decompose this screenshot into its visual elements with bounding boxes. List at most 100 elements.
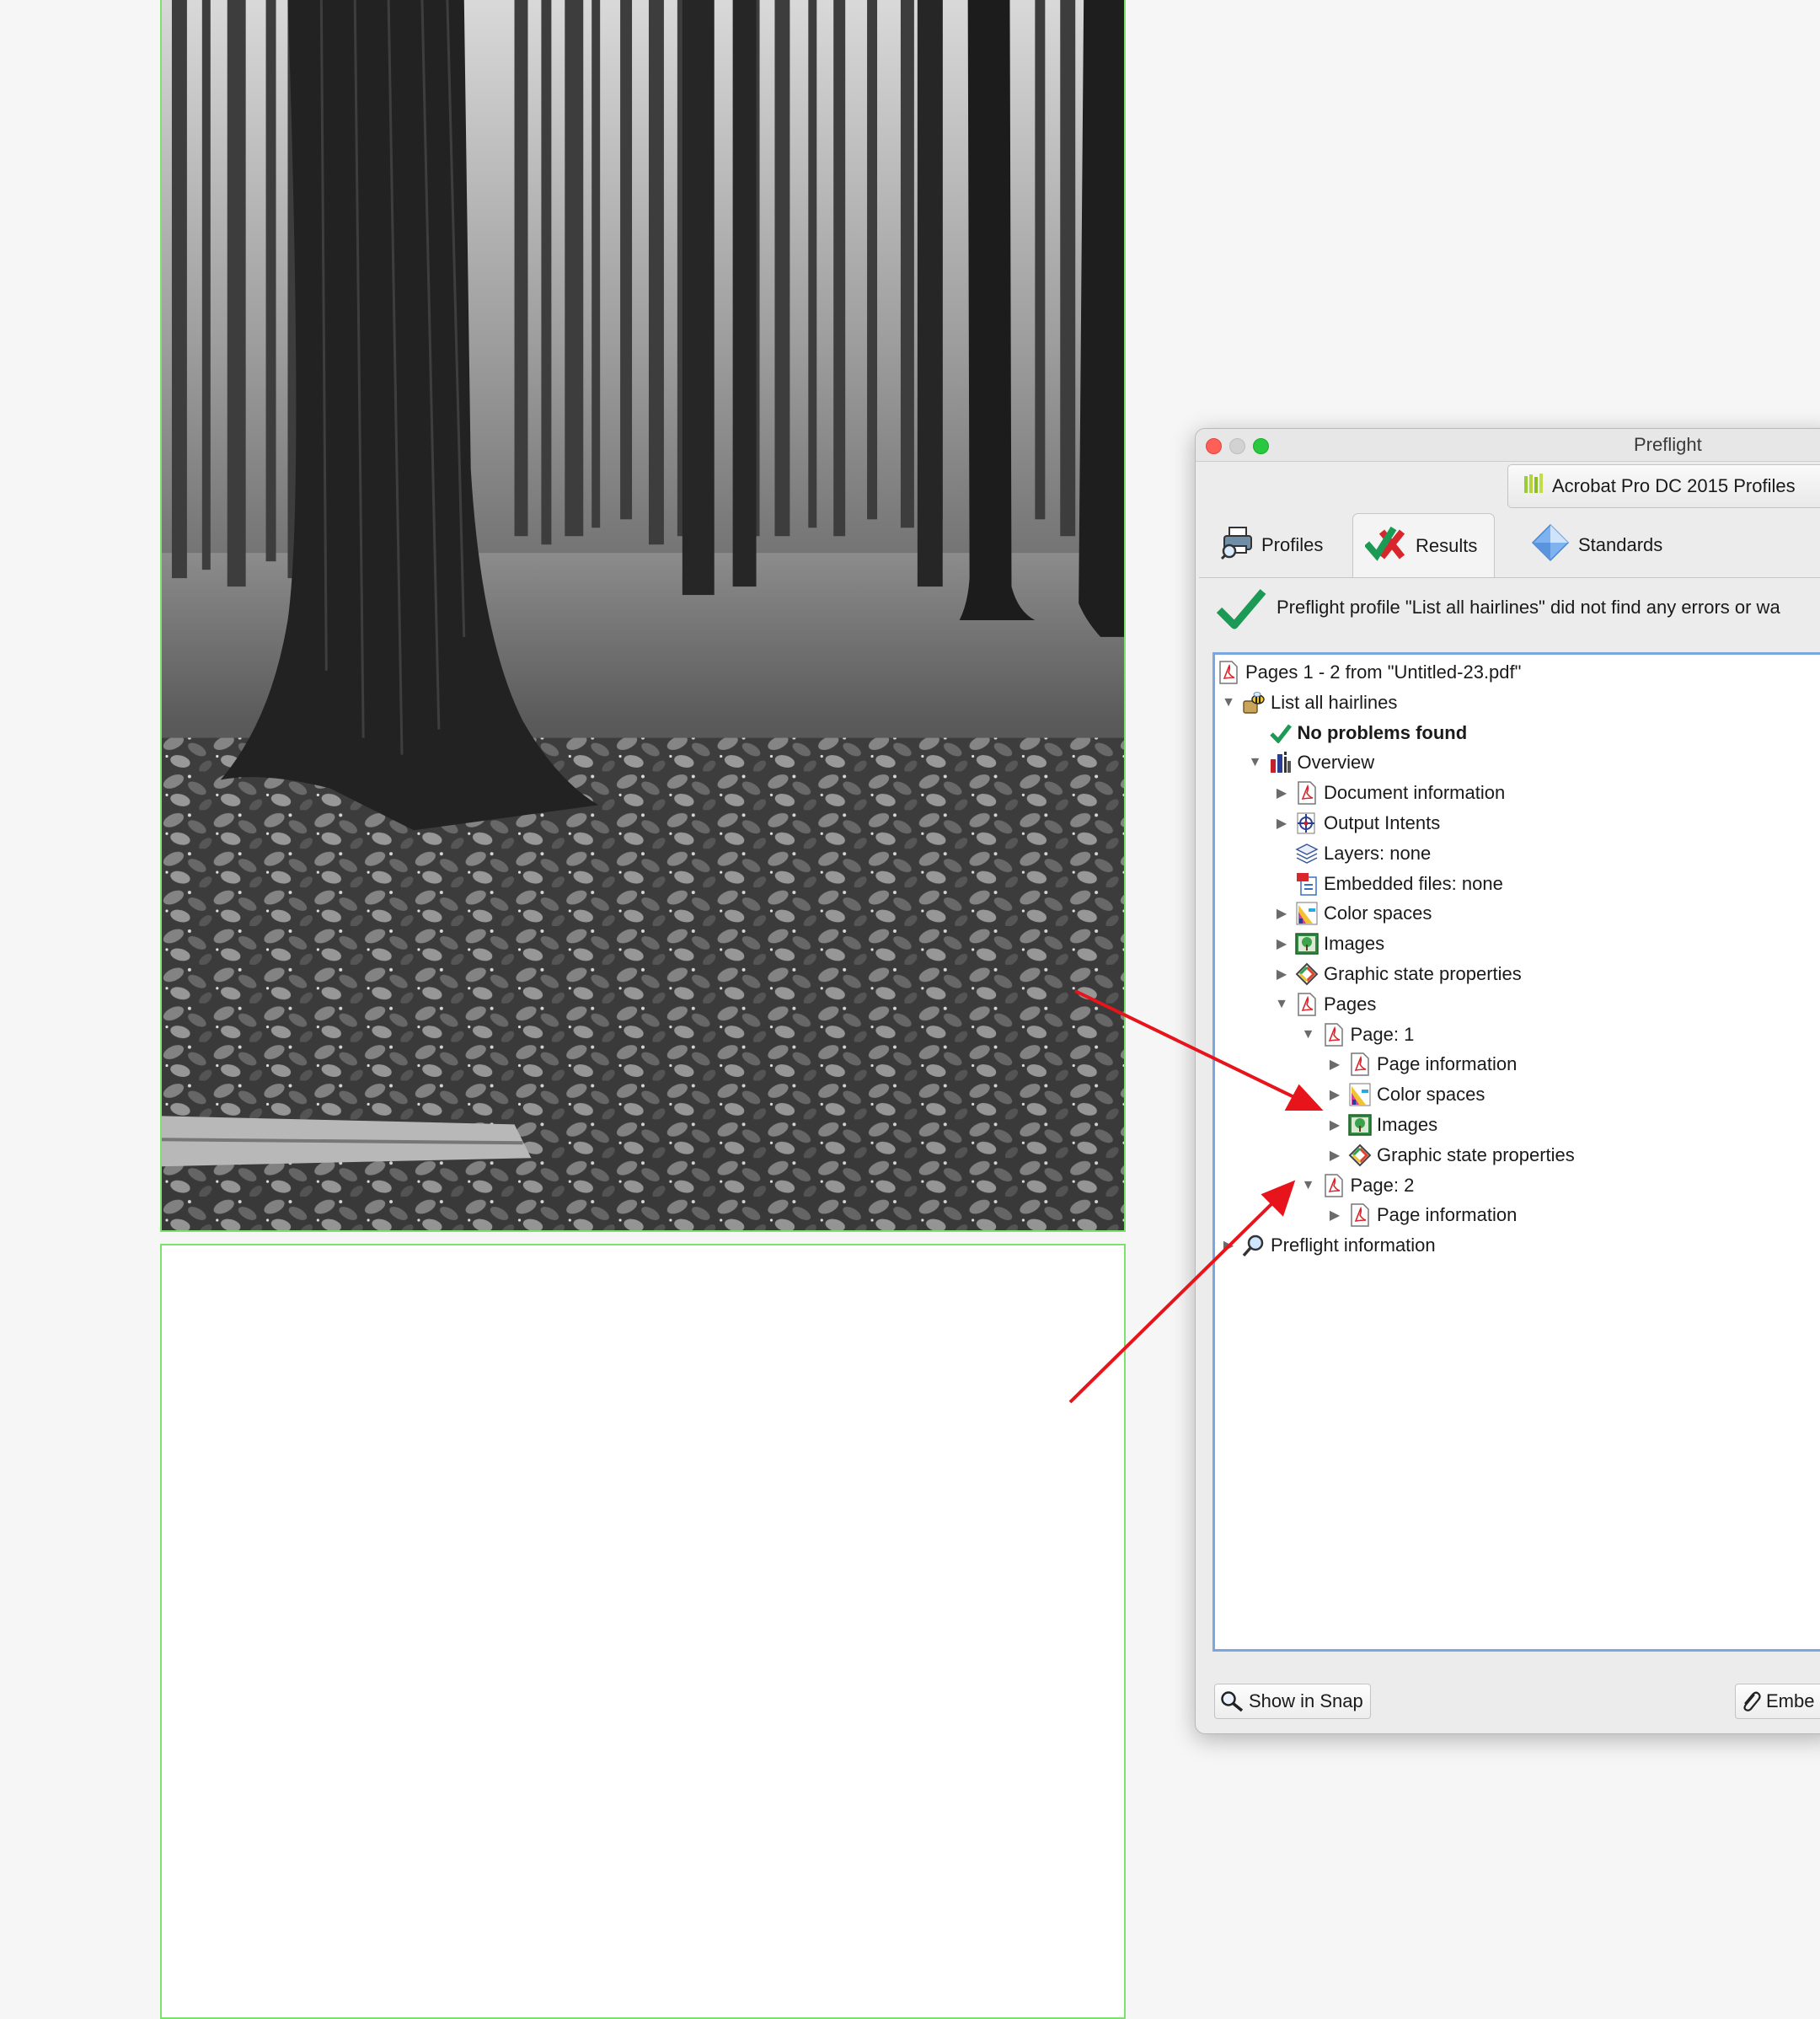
show-in-snap-label: Show in Snap	[1249, 1690, 1363, 1711]
tree-row-label: Pages 1 - 2 from "Untitled-23.pdf"	[1245, 661, 1522, 683]
tree-row-label: Page: 1	[1350, 1023, 1415, 1045]
results-panel: Preflight profile "List all hairlines" d…	[1199, 577, 1820, 1733]
tree-row-layers-none[interactable]: Layers: none	[1273, 839, 1431, 868]
tree-row-color-spaces[interactable]: ▶ Color spaces	[1273, 899, 1432, 928]
color-spaces-icon	[1295, 902, 1319, 925]
tab-profiles[interactable]: Profiles	[1209, 513, 1335, 577]
pdf-icon	[1322, 1173, 1346, 1197]
tree-row-label: Graphic state properties	[1377, 1143, 1575, 1165]
disclosure-expanded-icon[interactable]: ▼	[1220, 695, 1237, 710]
tree-row-label: Output Intents	[1324, 812, 1441, 833]
overview-icon	[1269, 751, 1293, 774]
disclosure-expanded-icon[interactable]: ▼	[1273, 997, 1290, 1012]
tab-profiles-label: Profiles	[1261, 534, 1324, 555]
pdf-icon	[1295, 993, 1319, 1016]
tree-row-images[interactable]: ▶ Images	[1273, 929, 1384, 958]
profile-bee-icon	[1242, 691, 1266, 715]
disclosure-collapsed-icon[interactable]: ▶	[1326, 1086, 1343, 1103]
minimize-window-button[interactable]	[1229, 438, 1245, 454]
tree-row-embedded-files-none[interactable]: Embedded files: none	[1273, 870, 1503, 898]
tree-row-label: Overview	[1297, 752, 1375, 774]
result-banner: Preflight profile "List all hairlines" d…	[1216, 586, 1780, 635]
tree-row-label: Color spaces	[1324, 902, 1432, 924]
graphic-state-icon	[1348, 1143, 1372, 1167]
paperclip-icon	[1741, 1690, 1761, 1713]
disclosure-expanded-icon[interactable]: ▼	[1247, 755, 1264, 770]
checkmark-icon	[1269, 721, 1293, 745]
tree-row-graphic-state-properties[interactable]: ▶ Graphic state properties	[1273, 960, 1522, 988]
tab-results[interactable]: Results	[1352, 513, 1496, 577]
tree-row-graphic-state-properties[interactable]: ▶ Graphic state properties	[1326, 1141, 1575, 1170]
disclosure-collapsed-icon[interactable]: ▶	[1273, 935, 1290, 952]
disclosure-collapsed-icon[interactable]: ▶	[1326, 1117, 1343, 1133]
tree-row-overview[interactable]: ▼ Overview	[1247, 748, 1375, 777]
success-check-icon	[1216, 586, 1266, 635]
tree-row-output-intents[interactable]: ▶ Output Intents	[1273, 809, 1440, 838]
pdf-icon	[1295, 781, 1319, 805]
tree-row-no-problems-found[interactable]: No problems found	[1247, 719, 1468, 747]
tree-row-label: Document information	[1324, 782, 1506, 804]
embed-button[interactable]: Embe	[1735, 1684, 1820, 1719]
tree-row-pages[interactable]: ▼ Pages	[1273, 990, 1376, 1019]
tab-standards[interactable]: Standards	[1519, 513, 1674, 577]
tree-row-images[interactable]: ▶ Images	[1326, 1111, 1437, 1139]
results-tree[interactable]: Pages 1 - 2 from "Untitled-23.pdf" ▼ List …	[1212, 652, 1820, 1652]
zoom-window-button[interactable]	[1253, 438, 1269, 454]
profiles-library-button[interactable]: Acrobat Pro DC 2015 Profiles	[1507, 464, 1820, 508]
pdf-icon	[1322, 1022, 1346, 1047]
tab-standards-label: Standards	[1578, 534, 1663, 555]
diamond-icon	[1531, 523, 1570, 567]
disclosure-collapsed-icon[interactable]: ▶	[1326, 1056, 1343, 1073]
tree-row-label: Graphic state properties	[1324, 963, 1522, 984]
disclosure-collapsed-icon[interactable]: ▶	[1326, 1207, 1343, 1224]
preflight-window: Preflight Acrobat Pro DC 2015 Profiles P…	[1195, 428, 1820, 1734]
title-bar: Preflight	[1196, 429, 1820, 462]
layers-icon	[1295, 842, 1319, 865]
magnifier-icon	[1220, 1690, 1244, 1712]
tree-row-label: No problems found	[1297, 721, 1468, 743]
window-title: Preflight	[1634, 434, 1702, 455]
tree-row-label: Embedded files: none	[1324, 872, 1503, 894]
tree-row-pages-1-2-from-untitled-23-pdf[interactable]: Pages 1 - 2 from "Untitled-23.pdf"	[1217, 658, 1521, 687]
disclosure-expanded-icon[interactable]: ▼	[1300, 1027, 1317, 1042]
check-cross-icon	[1363, 525, 1407, 567]
tree-row-label: Page information	[1377, 1053, 1518, 1075]
tree-row-page-information[interactable]: ▶ Page information	[1326, 1050, 1517, 1079]
disclosure-collapsed-icon[interactable]: ▶	[1326, 1147, 1343, 1164]
disclosure-collapsed-icon[interactable]: ▶	[1273, 966, 1290, 983]
tree-row-label: Page: 2	[1350, 1174, 1415, 1196]
tree-row-list-all-hairlines[interactable]: ▼ List all hairlines	[1220, 688, 1397, 717]
embed-label: Embe	[1766, 1690, 1815, 1711]
disclosure-collapsed-icon[interactable]: ▶	[1220, 1237, 1237, 1254]
tree-row-page-information[interactable]: ▶ Page information	[1326, 1201, 1517, 1229]
profiles-library-label: Acrobat Pro DC 2015 Profiles	[1552, 475, 1796, 496]
tree-row-page-2[interactable]: ▼ Page: 2	[1300, 1171, 1415, 1200]
tree-row-label: Page information	[1377, 1204, 1518, 1226]
tree-row-document-information[interactable]: ▶ Document information	[1273, 779, 1505, 807]
tree-row-label: Images	[1377, 1114, 1438, 1135]
tree-row-label: Preflight information	[1271, 1234, 1436, 1256]
result-message: Preflight profile "List all hairlines" d…	[1277, 597, 1780, 618]
tree-row-label: Images	[1324, 933, 1385, 955]
close-window-button[interactable]	[1206, 438, 1222, 454]
document-page-1	[160, 0, 1126, 1232]
color-spaces-icon	[1348, 1083, 1372, 1106]
tree-row-page-1[interactable]: ▼ Page: 1	[1300, 1020, 1415, 1049]
forest-photo	[162, 0, 1124, 1230]
pdf-icon	[1348, 1203, 1372, 1228]
profile-library-icon	[1523, 473, 1544, 500]
show-in-snap-button[interactable]: Show in Snap	[1214, 1684, 1371, 1719]
printer-magnifier-icon	[1220, 526, 1253, 565]
tree-row-label: Pages	[1324, 993, 1377, 1015]
disclosure-collapsed-icon[interactable]: ▶	[1273, 815, 1290, 832]
tab-results-label: Results	[1416, 534, 1478, 556]
disclosure-expanded-icon[interactable]: ▼	[1300, 1178, 1317, 1193]
document-page-2	[160, 1244, 1126, 2019]
tree-row-color-spaces[interactable]: ▶ Color spaces	[1326, 1080, 1485, 1109]
output-intents-icon	[1295, 811, 1319, 835]
tree-row-preflight-information[interactable]: ▶ Preflight information	[1220, 1231, 1436, 1260]
magnifier-icon	[1242, 1234, 1266, 1257]
disclosure-collapsed-icon[interactable]: ▶	[1273, 785, 1290, 801]
disclosure-collapsed-icon[interactable]: ▶	[1273, 905, 1290, 922]
pdf-icon	[1217, 661, 1240, 684]
